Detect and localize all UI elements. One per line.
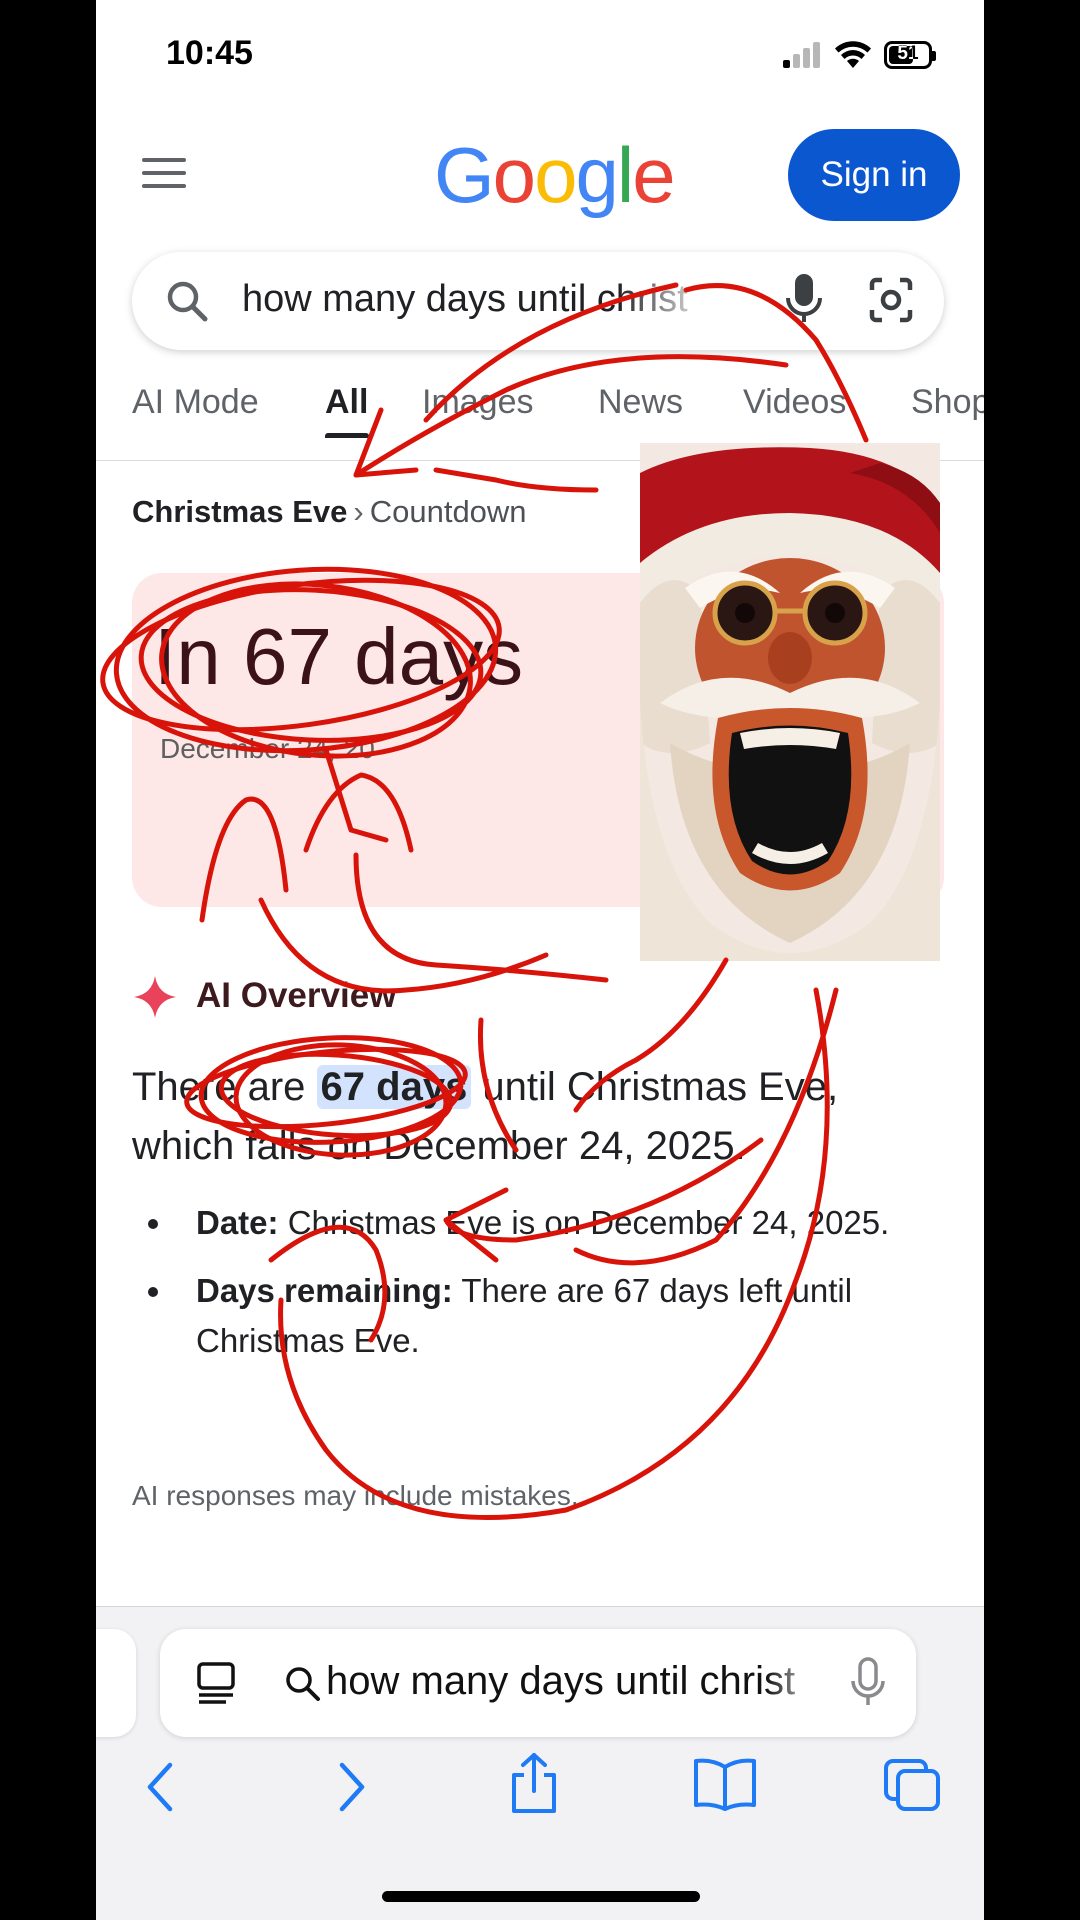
- hamburger-menu-icon[interactable]: [142, 158, 186, 188]
- battery-level: 51: [897, 43, 919, 64]
- ai-overview-title: AI Overview: [196, 976, 397, 1015]
- bullet-label: Date:: [196, 1204, 279, 1241]
- breadcrumb-primary: Christmas Eve: [132, 494, 348, 529]
- logo-letter: l: [616, 131, 634, 219]
- countdown-value: In 67 days: [154, 612, 524, 701]
- address-mic-icon[interactable]: [850, 1657, 886, 1709]
- lens-camera-icon[interactable]: [868, 276, 914, 324]
- address-search-icon: [286, 1667, 320, 1701]
- tab-all[interactable]: All: [325, 383, 368, 422]
- search-icon: [167, 281, 208, 322]
- tab-videos[interactable]: Videos: [743, 383, 846, 422]
- page-menu-icon[interactable]: [196, 1661, 236, 1705]
- tab-news[interactable]: News: [598, 383, 683, 422]
- search-input[interactable]: how many days until christ: [242, 278, 712, 321]
- countdown-date: December 24, 20: [160, 733, 375, 764]
- home-indicator[interactable]: [382, 1891, 700, 1902]
- wifi-icon: [835, 41, 871, 68]
- breadcrumb: Christmas Eve › Countdown: [132, 494, 527, 530]
- safari-bottom-bar: how many days until christ: [96, 1606, 984, 1920]
- previous-tab-preview[interactable]: [96, 1629, 136, 1737]
- google-logo[interactable]: Google: [434, 130, 676, 221]
- tab-images[interactable]: Images: [422, 383, 534, 422]
- sign-in-button[interactable]: Sign in: [788, 129, 960, 221]
- list-item: Days remaining: There are 67 days left u…: [132, 1266, 922, 1366]
- forward-chevron-icon[interactable]: [332, 1757, 372, 1817]
- tab-shopping[interactable]: Shop: [911, 383, 984, 422]
- ai-sparkle-icon: [134, 976, 176, 1018]
- logo-letter: o: [534, 131, 577, 219]
- ai-disclaimer: AI responses may include mistakes.: [132, 1480, 579, 1511]
- active-tab-indicator: [325, 433, 369, 438]
- answer-highlight: 67 days: [316, 1065, 472, 1109]
- breadcrumb-separator: ›: [353, 494, 364, 529]
- ai-overview-answer: There are 67 days until Christmas Eve, w…: [132, 1058, 922, 1176]
- logo-letter: e: [632, 131, 675, 219]
- search-box[interactable]: how many days until christ: [132, 252, 944, 350]
- list-item: Date: Christmas Eve is on December 24, 2…: [132, 1198, 922, 1248]
- bookmarks-book-icon[interactable]: [692, 1757, 758, 1811]
- cellular-signal-icon: [783, 42, 820, 68]
- share-icon[interactable]: [508, 1751, 560, 1815]
- logo-letter: o: [492, 131, 536, 219]
- back-chevron-icon[interactable]: [140, 1757, 180, 1817]
- safari-address-bar[interactable]: how many days until christ: [160, 1629, 916, 1737]
- mic-icon[interactable]: [784, 272, 824, 328]
- bullet-label: Days remaining:: [196, 1272, 453, 1309]
- answer-text-start: There are: [132, 1065, 317, 1109]
- ai-overview-bullets: Date: Christmas Eve is on December 24, 2…: [132, 1198, 922, 1384]
- logo-letter: G: [434, 131, 495, 219]
- tabs-overview-icon[interactable]: [882, 1757, 942, 1813]
- phone-screen: 10:45 51 Google Sign in how many days un…: [96, 0, 984, 1920]
- battery-icon: 51: [884, 41, 936, 69]
- logo-letter: g: [575, 131, 618, 219]
- breadcrumb-secondary: Countdown: [369, 494, 527, 529]
- status-time: 10:45: [166, 34, 253, 72]
- tab-ai-mode[interactable]: AI Mode: [132, 383, 259, 422]
- bullet-text: Christmas Eve is on December 24, 2025.: [278, 1204, 890, 1241]
- santa-sticker-image: [640, 443, 940, 961]
- address-text[interactable]: how many days until christ: [326, 1659, 826, 1704]
